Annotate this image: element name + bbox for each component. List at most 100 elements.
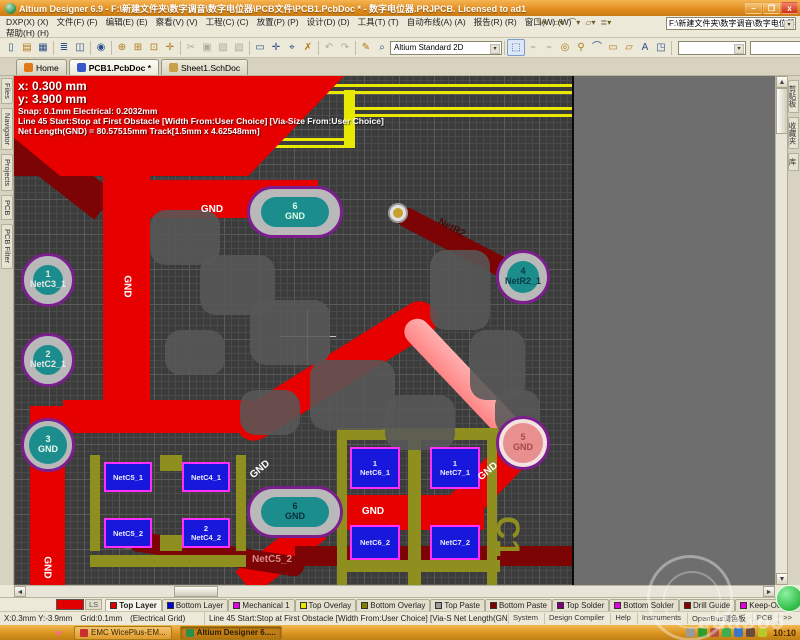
scroll-right-icon[interactable]: ► <box>763 586 775 597</box>
sidebar-tab-files[interactable]: Files <box>1 78 13 104</box>
tray-icon-5[interactable] <box>746 628 755 637</box>
panel-button-pcb[interactable]: PCB <box>752 613 776 624</box>
move-icon[interactable]: ✛ <box>268 40 284 55</box>
menu-item-7[interactable]: 工具(T) (T) <box>354 16 403 28</box>
layer-tab-top-layer[interactable]: Top Layer <box>105 599 162 611</box>
zoom-area-icon[interactable]: ⊞ <box>130 40 146 55</box>
print-preview-icon[interactable]: ◫ <box>72 40 88 55</box>
menu-item-2[interactable]: 编辑(E) (E) <box>102 16 152 28</box>
layer-tab-mechanical-1[interactable]: Mechanical 1 <box>228 599 294 611</box>
restore-button[interactable]: ❐ <box>763 2 780 14</box>
right-tab-0[interactable]: 剪贴板 <box>788 80 799 113</box>
tray-icon-4[interactable] <box>734 628 743 637</box>
minimize-button[interactable]: – <box>745 2 762 14</box>
close-button[interactable]: x <box>781 2 798 14</box>
new-document-icon[interactable]: ▯ <box>3 40 19 55</box>
panel-button--[interactable]: >> <box>778 613 796 624</box>
gnd-trace-horizontal[interactable] <box>63 400 255 433</box>
vertical-scrollbar[interactable]: ▲ ▼ <box>775 76 787 585</box>
tray-icon-6[interactable] <box>758 628 767 637</box>
cross-probe-icon[interactable]: ⌖ <box>284 40 300 55</box>
smd-pad-netc5_2[interactable]: NetC5_2 <box>104 518 152 548</box>
sidebar-tab-navigator[interactable]: Navigator <box>1 108 13 150</box>
sidebar-tab-pcb-filter[interactable]: PCB Filter <box>1 224 13 268</box>
chevron-down-icon[interactable]: ▾ <box>784 20 794 30</box>
polygon-icon[interactable]: ▱ <box>621 40 637 55</box>
scroll-left-icon[interactable]: ◄ <box>14 586 26 597</box>
layer-tab-drill-guide[interactable]: Drill Guide <box>679 599 735 611</box>
project-path-combo[interactable]: F:\新建文件夹\数字调音\数字电位器 ▾ <box>666 17 796 30</box>
view-eye-icon[interactable]: ◉ <box>93 40 109 55</box>
tray-icon-2[interactable] <box>710 628 719 637</box>
active-layer-swatch[interactable] <box>56 599 84 610</box>
panel-button-design-compiler[interactable]: Design Compiler <box>544 613 608 624</box>
menu-item-5[interactable]: 放置(P) (P) <box>253 16 303 28</box>
chevron-down-icon[interactable]: ▾ <box>734 44 744 54</box>
smd-pad-netc4_1[interactable]: NetC4_1 <box>182 462 230 492</box>
tray-icon-0[interactable] <box>686 628 695 637</box>
layer-set-button[interactable]: LS <box>85 599 102 610</box>
horizontal-scroll-thumb[interactable] <box>174 586 218 597</box>
panel-button-help[interactable]: Help <box>610 613 634 624</box>
interactive-routing-icon[interactable]: ⬚ <box>507 39 525 56</box>
fill-icon[interactable]: ▭ <box>605 40 621 55</box>
open-icon[interactable]: ▤ <box>19 40 35 55</box>
tray-icon-3[interactable] <box>722 628 731 637</box>
component-icon[interactable]: ◳ <box>653 40 669 55</box>
pencil-icon[interactable]: ✎ <box>358 40 374 55</box>
print-icon[interactable]: ≣ <box>56 40 72 55</box>
layer-tab-top-overlay[interactable]: Top Overlay <box>295 599 357 611</box>
zoom-selection-icon[interactable]: ✛ <box>162 40 178 55</box>
menu-item-3[interactable]: 察看(V) (V) <box>152 16 202 28</box>
right-tab-2[interactable]: 库 <box>788 153 799 171</box>
smd-pad-netc6_2[interactable]: NetC6_2 <box>350 525 400 560</box>
menu-tool-dropdown-0[interactable]: ✎▾ <box>534 18 549 27</box>
workspace-outside-board[interactable] <box>574 76 775 585</box>
menu-tool-dropdown-2[interactable]: ⌒▾ <box>566 17 582 28</box>
pcb-canvas[interactable]: x: 0.300 mm y: 3.900 mm Snap: 0.1mm Elec… <box>14 76 572 585</box>
select-area-icon[interactable]: ▭ <box>252 40 268 55</box>
doc-tab-home[interactable]: Home <box>16 59 67 75</box>
menu-item-6[interactable]: 设计(D) (D) <box>303 16 354 28</box>
menu-item-1[interactable]: 文件(F) (F) <box>53 16 102 28</box>
menu-item-0[interactable]: DXP(X) (X) <box>2 17 53 27</box>
chevron-down-icon[interactable]: ▾ <box>490 44 500 54</box>
smd-pad-netc4_2[interactable]: 2NetC4_2 <box>182 518 230 548</box>
menu-item-4[interactable]: 工程(C) (C) <box>202 16 253 28</box>
sidebar-tab-pcb[interactable]: PCB <box>1 195 13 220</box>
heart-icon[interactable]: ♥ <box>56 628 66 638</box>
via-icon[interactable]: ⚲ <box>573 40 589 55</box>
empty-combo-1[interactable]: ▾ <box>678 41 746 55</box>
smd-pad-netc5_1[interactable]: NetC5_1 <box>104 462 152 492</box>
layer-tab-top-paste[interactable]: Top Paste <box>430 599 485 611</box>
doc-tab-sheet1-schdoc[interactable]: Sheet1.SchDoc <box>161 59 248 75</box>
pad-icon[interactable]: ◎ <box>557 40 573 55</box>
layer-tab-top-solder[interactable]: Top Solder <box>552 599 609 611</box>
panel-button-system[interactable]: System <box>508 613 542 624</box>
layer-tab-bottom-overlay[interactable]: Bottom Overlay <box>356 599 430 611</box>
layer-tab-bottom-solder[interactable]: Bottom Solder <box>609 599 679 611</box>
task-button-0[interactable]: EMC WicePlus-EM... <box>74 626 172 640</box>
horizontal-scrollbar[interactable]: ◄ ► <box>14 585 775 597</box>
layer-tab-keep-out-layer[interactable]: Keep-Out Layer <box>735 599 800 611</box>
tray-icon-1[interactable] <box>698 628 707 637</box>
menu-item-8[interactable]: 自动布线(A) (A) <box>403 16 470 28</box>
menu-help[interactable]: 帮助(H) (H) <box>2 27 53 39</box>
arc-icon[interactable]: ⌒ <box>589 40 605 55</box>
view-configuration-combo[interactable]: Altium Standard 2D▾ <box>390 41 502 55</box>
menu-tool-dropdown-4[interactable]: ≣▾ <box>598 18 613 27</box>
panel-button-openbus-[interactable]: OpenBus调色板 <box>687 613 750 624</box>
zoom-fit-icon[interactable]: ⊡ <box>146 40 162 55</box>
layer-tab-bottom-layer[interactable]: Bottom Layer <box>162 599 229 611</box>
menu-item-9[interactable]: 报告(R) (R) <box>470 16 521 28</box>
save-icon[interactable]: ▦ <box>35 40 51 55</box>
right-tab-1[interactable]: 收藏夹 <box>788 117 799 150</box>
zoom-in-icon[interactable]: ⊕ <box>114 40 130 55</box>
task-button-1[interactable]: Altium Designer 6..... <box>180 626 282 640</box>
panel-button-instruments[interactable]: Instruments <box>637 613 685 624</box>
magnifier-icon[interactable]: ⌕ <box>374 40 390 55</box>
menu-tool-dropdown-1[interactable]: ▭▾ <box>550 18 566 27</box>
menu-tool-dropdown-3[interactable]: ▱▾ <box>583 18 597 27</box>
layer-tab-bottom-paste[interactable]: Bottom Paste <box>485 599 552 611</box>
sidebar-tab-projects[interactable]: Projects <box>1 154 13 191</box>
